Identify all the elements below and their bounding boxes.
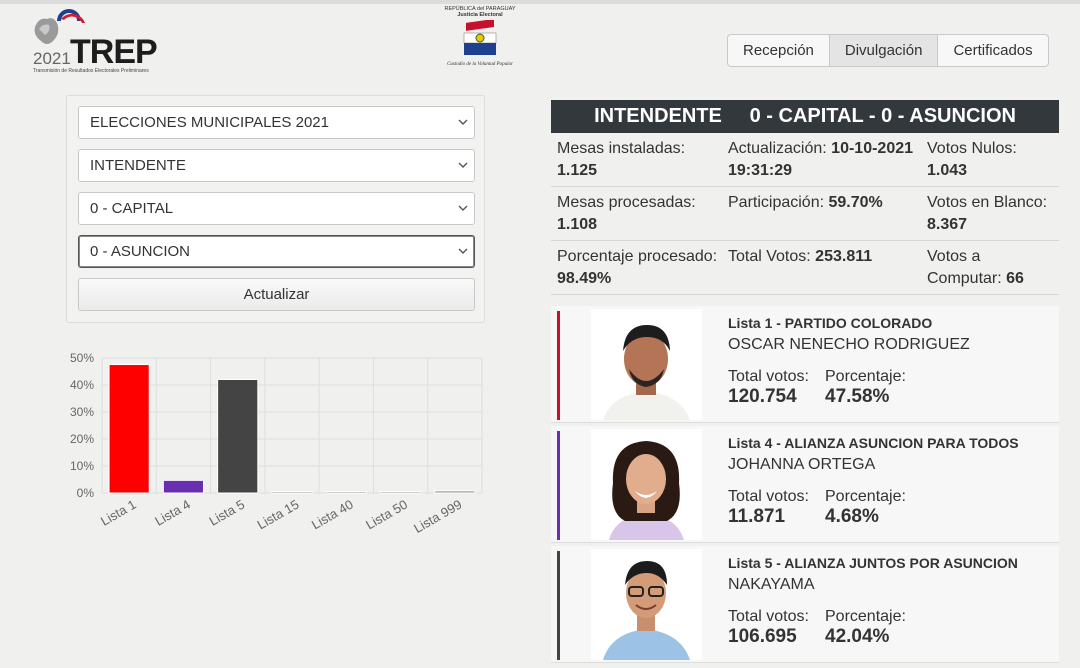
chevron-down-icon [458, 162, 468, 168]
votes-label: Total votos: [728, 368, 809, 385]
stat-porcentaje-procesado: Porcentaje procesado: 98.49% [557, 248, 718, 287]
candidate-list: Lista 1 - PARTIDO COLORADO [728, 315, 933, 331]
chevron-down-icon [458, 248, 468, 254]
y-tick-label: 50% [70, 351, 94, 365]
department-select-value: 0 - CAPITAL [90, 200, 174, 217]
candidate-name: NAKAYAMA [728, 576, 815, 593]
candidate-photo [591, 309, 702, 420]
x-tick-label: Lista 40 [309, 497, 356, 533]
bar-lista-15 [271, 491, 313, 494]
ballot-box-icon [463, 20, 497, 55]
votes-label: Total votos: [728, 608, 809, 625]
bar-lista-40 [325, 491, 367, 494]
results-header: INTENDENTE 0 - CAPITAL - 0 - ASUNCION [551, 100, 1059, 133]
y-tick-label: 0% [77, 486, 95, 500]
chevron-down-icon [458, 205, 468, 211]
update-button[interactable]: Actualizar [78, 278, 475, 311]
votes-label: Total votos: [728, 488, 809, 505]
stat-total-votos: Total Votos: 253.811 [728, 248, 873, 265]
y-tick-label: 30% [70, 405, 94, 419]
stats-table: Mesas instaladas: 1.125 Actualización: 1… [551, 133, 1059, 295]
party-color-bar [557, 551, 560, 660]
candidate-card-lista-1: Lista 1 - PARTIDO COLORADO OSCAR NENECHO… [551, 306, 1059, 423]
x-tick-label: Lista 999 [411, 497, 464, 536]
party-color-bar [557, 431, 560, 540]
x-tick-label: Lista 4 [152, 497, 193, 529]
district-select-value: 0 - ASUNCION [90, 243, 191, 260]
stat-votos-nulos: Votos Nulos: 1.043 [927, 140, 1017, 179]
tab-divulgacion[interactable]: Divulgación [829, 35, 939, 66]
stat-votos-a-computar: Votos a Computar: 66 [927, 248, 1024, 287]
percent-label: Porcentaje: [825, 488, 906, 505]
percent-value: 47.58% [825, 386, 890, 407]
seal-motto: Custodio de la Voluntad Popular [447, 62, 513, 67]
logo-wordmark: TREP [70, 33, 158, 71]
bar-lista-4 [162, 479, 205, 494]
percent-label: Porcentaje: [825, 608, 906, 625]
votes-value: 106.695 [728, 626, 797, 647]
position-select[interactable]: INTENDENTE [78, 149, 475, 182]
votes-value: 11.871 [728, 506, 786, 527]
main-tabs: Recepción Divulgación Certificados [727, 34, 1049, 67]
percent-label: Porcentaje: [825, 368, 906, 385]
stat-mesas-instaladas: Mesas instaladas: 1.125 [557, 140, 686, 179]
seal-institution: Justicia Electoral [457, 12, 503, 18]
department-select[interactable]: 0 - CAPITAL [78, 192, 475, 225]
logo-year: 2021 [33, 49, 71, 68]
x-tick-label: Lista 15 [255, 497, 302, 533]
position-select-value: INTENDENTE [90, 157, 186, 174]
logo-tagline: Transmisión de Resultados Electorales Pr… [33, 68, 149, 74]
election-select-value: ELECCIONES MUNICIPALES 2021 [90, 114, 329, 131]
candidate-list: Lista 5 - ALIANZA JUNTOS POR ASUNCION [728, 555, 1018, 571]
filter-panel: ELECCIONES MUNICIPALES 2021 INTENDENTE 0… [66, 95, 485, 323]
votes-value: 120.754 [728, 386, 797, 407]
stat-votos-en-blanco: Votos en Blanco: 8.367 [927, 194, 1048, 233]
results-bar-chart: 0%10%20%30%40%50%Lista 1 Lista 4 Lista 5 Li… [70, 351, 483, 536]
candidate-photo [591, 549, 702, 660]
stats-row: Mesas instaladas: 1.125 Actualización: 1… [551, 133, 1059, 187]
stat-actualizacion: Actualización: 10-10-2021 19:31:29 [728, 140, 914, 179]
bar-lista-1 [108, 364, 150, 494]
district-select[interactable]: 0 - ASUNCION [78, 235, 475, 268]
candidate-name: JOHANNA ORTEGA [728, 456, 876, 473]
bar-lista-5 [217, 378, 259, 494]
candidate-list: Lista 4 - ALIANZA ASUNCION PARA TODOS [728, 435, 1019, 451]
x-tick-label: Lista 50 [363, 497, 410, 533]
justicia-electoral-seal: REPÚBLICA del PARAGUAY Justicia Electora… [444, 6, 516, 78]
top-border [0, 0, 1080, 4]
percent-value: 42.04% [825, 626, 890, 647]
trep-logo[interactable]: 2021 TREP Transmisión de Resultados Elec… [33, 7, 168, 77]
candidate-photo [591, 429, 702, 540]
x-tick-label: Lista 5 [207, 497, 248, 529]
candidate-name: OSCAR NENECHO RODRIGUEZ [728, 336, 970, 353]
bar-lista-50 [379, 491, 422, 494]
stats-row: Porcentaje procesado: 98.49% Total Votos… [551, 241, 1059, 295]
stats-row: Mesas procesadas: 1.108 Participación: 5… [551, 187, 1059, 241]
stat-participacion: Participación: 59.70% [728, 194, 883, 211]
candidate-card-lista-4: Lista 4 - ALIANZA ASUNCION PARA TODOS JO… [551, 426, 1059, 543]
candidate-card-lista-5: Lista 5 - ALIANZA JUNTOS POR ASUNCION NA… [551, 546, 1059, 663]
chevron-down-icon [458, 119, 468, 125]
y-tick-label: 40% [70, 378, 94, 392]
tab-certificados[interactable]: Certificados [938, 35, 1047, 66]
x-tick-label: Lista 1 [98, 497, 139, 529]
tab-recepcion[interactable]: Recepción [728, 35, 830, 66]
y-tick-label: 20% [70, 432, 94, 446]
election-select[interactable]: ELECCIONES MUNICIPALES 2021 [78, 106, 475, 139]
party-color-bar [557, 311, 560, 420]
stat-mesas-procesadas: Mesas procesadas: 1.108 [557, 194, 696, 233]
y-tick-label: 10% [70, 459, 94, 473]
bar-lista-999 [434, 490, 476, 494]
percent-value: 4.68% [825, 506, 879, 527]
